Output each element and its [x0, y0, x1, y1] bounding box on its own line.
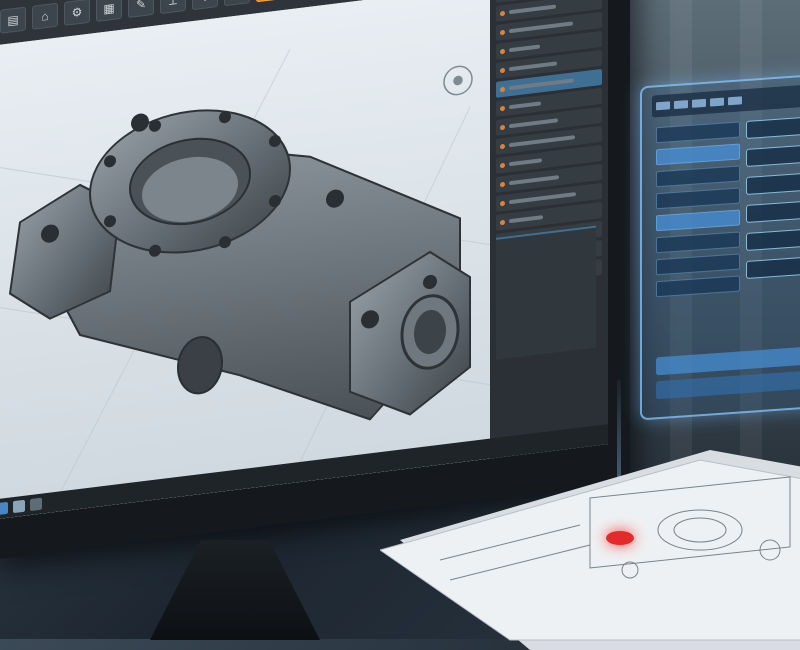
technical-drawing-papers: [380, 450, 800, 650]
holo-header: [652, 84, 800, 118]
feature-icon: [500, 200, 505, 206]
holographic-panel: ◐ ◐ ◐ ◐ ◐ ◐: [640, 73, 800, 421]
list-item[interactable]: [656, 121, 740, 144]
tree-item-label: [509, 78, 574, 91]
toggle-button[interactable]: ◐: [746, 256, 800, 280]
feature-icon: [500, 29, 505, 35]
feature-icon: [500, 219, 505, 225]
tree-item-label: [509, 21, 573, 34]
list-item[interactable]: [656, 165, 740, 188]
holo-list: [656, 121, 740, 303]
app-icon[interactable]: [0, 501, 8, 516]
file-icon[interactable]: ▤: [0, 6, 26, 34]
holo-action-button[interactable]: [656, 346, 800, 376]
tree-item-label: [509, 101, 541, 110]
tree-item-label: [509, 175, 559, 186]
toggle-button[interactable]: ◐: [746, 144, 800, 168]
measure-icon[interactable]: ⟂: [160, 0, 186, 15]
tree-item-label: [509, 215, 543, 224]
tree-item-label: [509, 158, 542, 167]
move-icon[interactable]: ✥: [192, 0, 218, 11]
list-item[interactable]: [656, 143, 740, 166]
settings-icon[interactable]: ⚙: [64, 0, 90, 26]
open-icon[interactable]: ⌂: [32, 2, 58, 30]
grid-icon[interactable]: ▦: [96, 0, 122, 22]
layers-icon[interactable]: ▧: [224, 0, 250, 7]
feature-icon: [500, 86, 505, 92]
toggle-button[interactable]: ◐: [746, 116, 800, 140]
shape-icon[interactable]: ⬢: [256, 0, 282, 3]
holo-action-button[interactable]: [656, 370, 800, 400]
sketch-icon[interactable]: ✎: [128, 0, 154, 19]
feature-icon: [500, 10, 505, 16]
holo-toggles: ◐ ◐ ◐ ◐ ◐ ◐: [746, 116, 800, 289]
feature-icon: [500, 181, 505, 187]
list-item[interactable]: [656, 231, 740, 254]
feature-icon: [500, 48, 505, 54]
app-icon[interactable]: [13, 499, 25, 514]
laser-dot: [606, 531, 634, 545]
toggle-button[interactable]: ◐: [746, 200, 800, 224]
monitor-stand: [150, 540, 320, 640]
toggle-button[interactable]: ◐: [746, 172, 800, 196]
feature-icon: [500, 105, 505, 111]
list-item[interactable]: [656, 209, 740, 232]
tree-item-label: [509, 44, 540, 53]
feature-icon: [500, 124, 505, 130]
feature-icon: [500, 67, 505, 73]
tree-item-label: [509, 118, 558, 129]
properties-panel: [496, 225, 596, 360]
feature-icon: [500, 143, 505, 149]
list-item[interactable]: [656, 253, 740, 276]
toggle-button[interactable]: ◐: [746, 228, 800, 252]
tree-item-label: [509, 61, 557, 72]
list-item[interactable]: [656, 275, 740, 298]
feature-icon: [500, 162, 505, 168]
tree-item-label: [509, 192, 576, 205]
tree-item-label: [509, 135, 575, 148]
tree-item-label: [509, 4, 556, 15]
app-icon[interactable]: [30, 497, 42, 512]
list-item[interactable]: [656, 187, 740, 210]
